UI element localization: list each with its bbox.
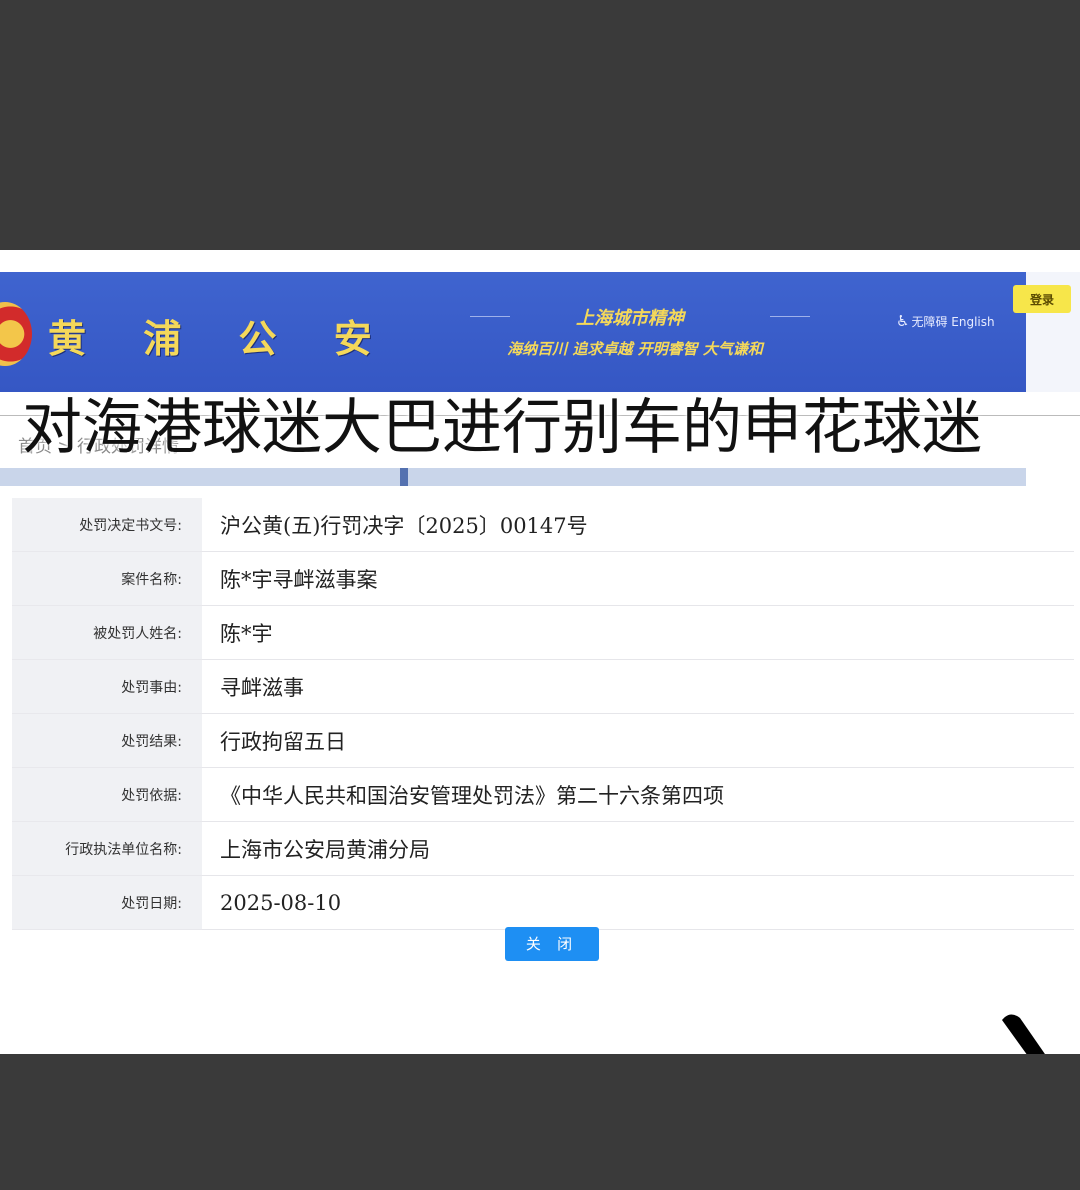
accessibility-links: ♿ 无障碍 English [896,312,995,330]
english-link[interactable]: English [951,315,994,329]
police-emblem-icon [0,302,32,366]
spirit-divider-right [770,316,810,317]
section-header-bar [0,468,1026,486]
field-label: 行政执法单位名称: [12,821,202,876]
field-label: 处罚事由: [12,659,202,714]
cursor-icon [1002,1014,1045,1054]
login-button[interactable]: 登录 [1013,285,1071,313]
field-label: 被处罚人姓名: [12,605,202,660]
table-row: 处罚结果: 行政拘留五日 [12,713,1074,768]
field-value: 沪公黄(五)行罚决字〔2025〕00147号 [202,498,1074,552]
field-value: 陈*宇 [202,605,1074,660]
field-label: 处罚依据: [12,767,202,822]
accessibility-link[interactable]: 无障碍 [911,315,947,329]
spirit-title: 上海城市精神 [576,308,684,329]
video-caption-overlay: 对海港球迷大巴进行别车的申花球迷 [22,393,982,463]
field-value: 陈*宇寻衅滋事案 [202,551,1074,606]
table-row: 处罚依据: 《中华人民共和国治安管理处罚法》第二十六条第四项 [12,767,1074,822]
button-bar: 关 闭 [12,914,1074,970]
table-row: 案件名称: 陈*宇寻衅滋事案 [12,551,1074,606]
field-value: 上海市公安局黄浦分局 [202,821,1074,876]
field-label: 处罚决定书文号: [12,498,202,552]
table-row: 处罚决定书文号: 沪公黄(五)行罚决字〔2025〕00147号 [12,498,1074,552]
field-value: 《中华人民共和国治安管理处罚法》第二十六条第四项 [202,767,1074,822]
site-title: 黄 浦 公 安 [48,316,394,361]
close-button[interactable]: 关 闭 [505,927,599,961]
field-value: 行政拘留五日 [202,713,1074,768]
field-label: 处罚结果: [12,713,202,768]
table-row: 行政执法单位名称: 上海市公安局黄浦分局 [12,821,1074,876]
penalty-detail-table: 处罚决定书文号: 沪公黄(五)行罚决字〔2025〕00147号 案件名称: 陈*… [12,498,1074,930]
table-row: 处罚事由: 寻衅滋事 [12,659,1074,714]
site-header-banner: 黄 浦 公 安 上海城市精神 海纳百川 追求卓越 开明睿智 大气谦和 ♿ 无障碍 … [0,272,1026,392]
wheelchair-icon: ♿ [896,312,910,330]
spirit-motto: 海纳百川 追求卓越 开明睿智 大气谦和 [507,340,763,358]
screenshot-area: 黄 浦 公 安 上海城市精神 海纳百川 追求卓越 开明睿智 大气谦和 ♿ 无障碍 … [0,250,1080,1054]
table-row: 被处罚人姓名: 陈*宇 [12,605,1074,660]
spirit-divider-left [470,316,510,317]
field-label: 案件名称: [12,551,202,606]
field-value: 寻衅滋事 [202,659,1074,714]
section-marker [400,468,408,486]
